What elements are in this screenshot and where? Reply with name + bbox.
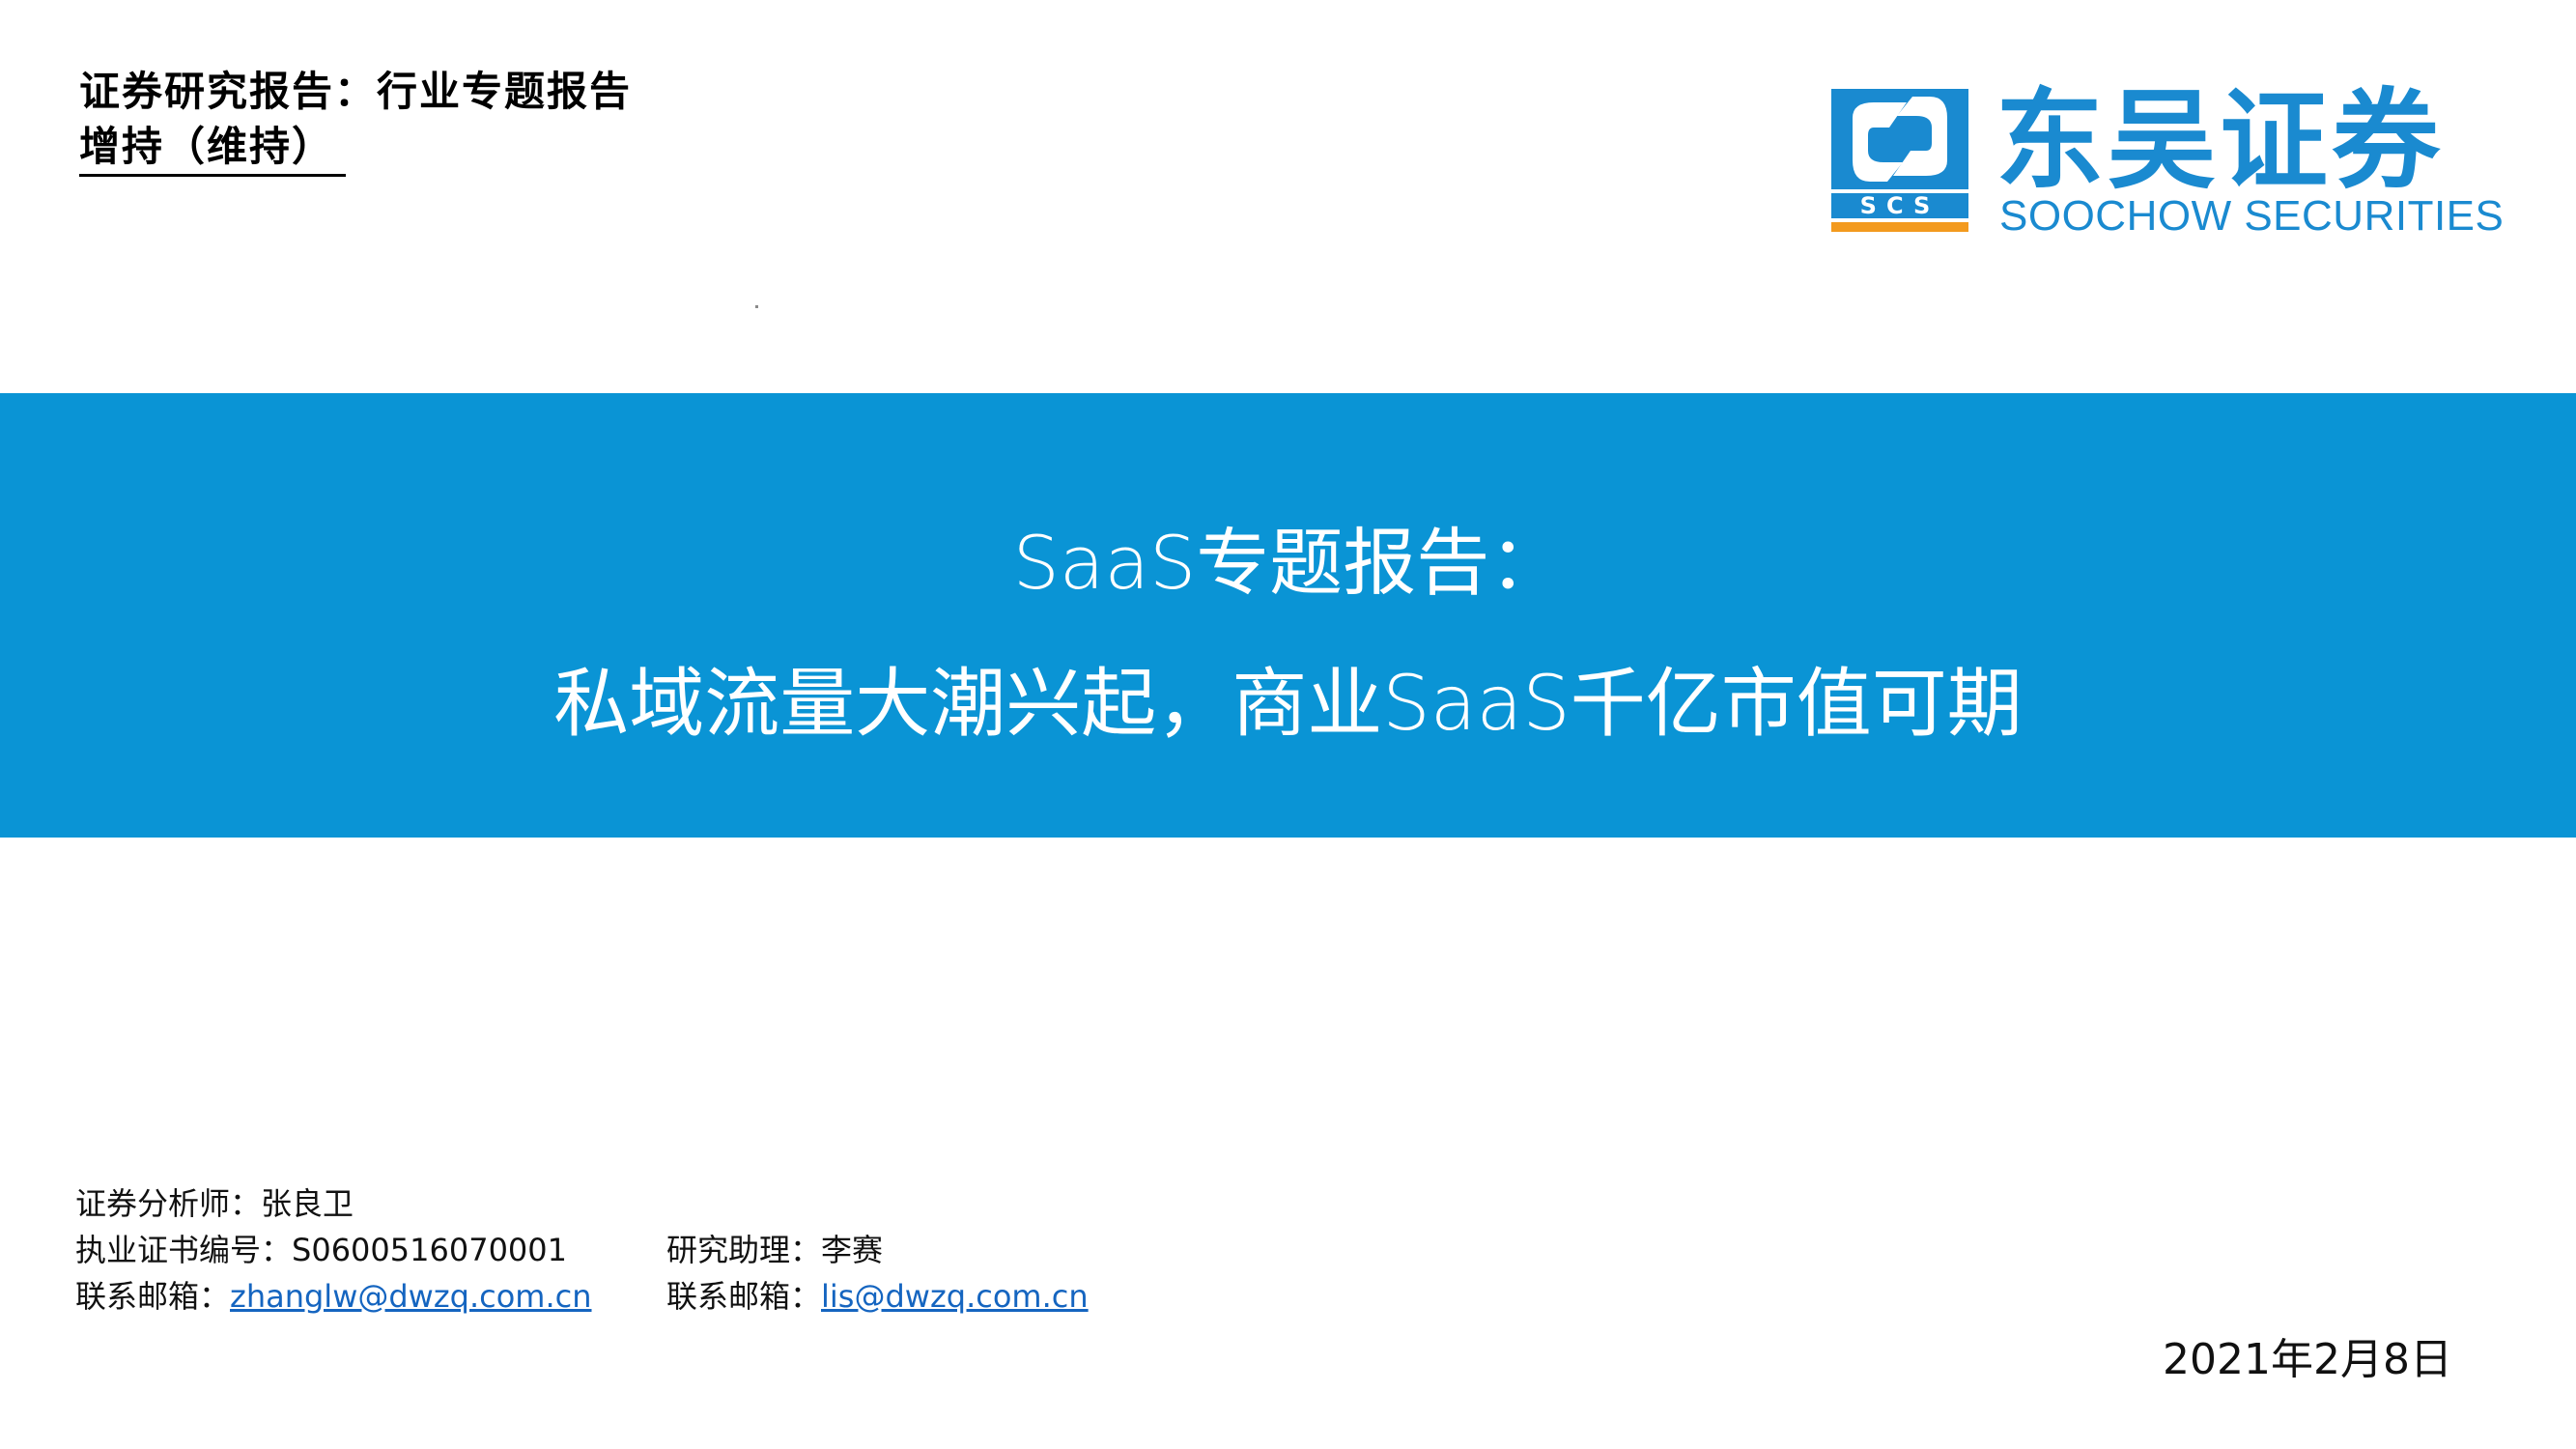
assistant-name-label: 研究助理： xyxy=(666,1232,822,1268)
report-title-line1: SaaS专题报告： xyxy=(1012,520,1564,606)
title-banner: SaaS专题报告： 私域流量大潮兴起，商业SaaS千亿市值可期 xyxy=(0,393,2576,838)
analyst-name-block: 证券分析师：张良卫 xyxy=(75,1180,354,1227)
report-type: 证券研究报告：行业专题报告 xyxy=(79,68,633,115)
analyst-cert-number: S0600516070001 xyxy=(292,1232,567,1268)
analyst-email-block: 联系邮箱：zhanglw@dwzq.com.cn xyxy=(75,1273,592,1320)
assistant-email-link[interactable]: lis@dwzq.com.cn xyxy=(821,1278,1089,1315)
report-date: 2021年2月8日 xyxy=(2163,1335,2452,1384)
analyst-name: 张良卫 xyxy=(261,1185,354,1222)
logo-chinese-name: 东吴证券 xyxy=(1996,78,2444,204)
analyst-email-label: 联系邮箱： xyxy=(75,1278,231,1315)
decorative-dot xyxy=(755,305,758,308)
logo-english-name: SOOCHOW SECURITIES xyxy=(1999,192,2505,240)
assistant-name-block: 研究助理：李赛 xyxy=(666,1227,883,1273)
report-title-line2: 私域流量大潮兴起，商业SaaS千亿市值可期 xyxy=(553,661,2023,748)
analyst-cert-label: 执业证书编号： xyxy=(75,1232,293,1268)
rating: 增持（维持） xyxy=(79,120,347,177)
assistant-email-block: 联系邮箱：lis@dwzq.com.cn xyxy=(666,1273,1089,1320)
svg-text:SCS: SCS xyxy=(1860,192,1940,219)
analyst-email-link[interactable]: zhanglw@dwzq.com.cn xyxy=(230,1278,592,1315)
company-logo: SCS 东吴证券 SOOCHOW SECURITIES xyxy=(1831,83,2504,240)
report-header: 证券研究报告：行业专题报告 增持（维持） xyxy=(79,64,632,177)
scs-logo-icon: SCS xyxy=(1831,89,1968,232)
assistant-name: 李赛 xyxy=(821,1232,884,1268)
analyst-name-label: 证券分析师： xyxy=(75,1185,262,1222)
analyst-cert-block: 执业证书编号：S0600516070001 xyxy=(75,1227,567,1273)
assistant-email-label: 联系邮箱： xyxy=(666,1278,822,1315)
